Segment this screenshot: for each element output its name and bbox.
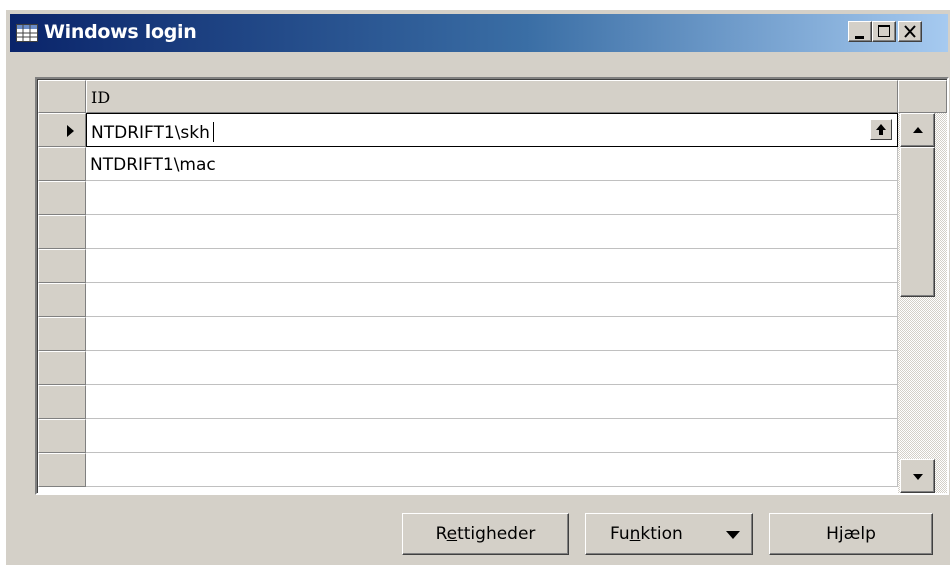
rettigheder-label-pre: R — [435, 524, 447, 544]
vertical-scrollbar[interactable] — [898, 113, 947, 493]
lookup-arrow-up-icon — [876, 124, 886, 135]
funktion-label-post: ktion — [640, 524, 683, 544]
grid-corner[interactable] — [38, 80, 86, 113]
row-selector[interactable] — [38, 351, 86, 385]
lookup-button[interactable] — [870, 119, 892, 140]
current-row-marker-icon — [67, 125, 74, 137]
id-cell[interactable] — [86, 181, 898, 215]
row-selector[interactable] — [38, 317, 86, 351]
close-icon — [904, 25, 916, 38]
id-cell[interactable] — [86, 453, 898, 487]
funktion-button[interactable]: Funktion — [585, 513, 753, 555]
funktion-label-pre: Fu — [610, 524, 630, 544]
id-cell[interactable] — [86, 317, 898, 351]
login-grid: ID NTDRIFT1\skh NTDRIFT1\mac — [35, 77, 949, 495]
table-icon — [16, 24, 38, 42]
row-selector[interactable] — [38, 419, 86, 453]
row-selector[interactable] — [38, 385, 86, 419]
title-bar[interactable]: Windows login — [10, 14, 948, 52]
rettigheder-label-accel: e — [446, 524, 458, 544]
scroll-up-button[interactable] — [900, 113, 935, 147]
minimize-icon — [855, 36, 864, 39]
arrow-up-icon — [913, 127, 923, 133]
windows-login-window: Windows login ID NTDRIFT1\skh NTDRIFT1\ma… — [6, 10, 950, 565]
window-title: Windows login — [44, 21, 197, 43]
column-header-id[interactable]: ID — [86, 80, 898, 113]
dropdown-arrow-icon — [726, 531, 740, 539]
id-cell[interactable] — [86, 419, 898, 453]
row-selector[interactable] — [38, 113, 86, 147]
id-cell[interactable] — [86, 385, 898, 419]
id-cell[interactable]: NTDRIFT1\mac — [86, 147, 898, 181]
id-cell[interactable] — [86, 215, 898, 249]
maximize-icon — [878, 25, 890, 37]
id-cell[interactable] — [86, 283, 898, 317]
id-cell-text: NTDRIFT1\mac — [90, 155, 216, 175]
id-cell-active[interactable]: NTDRIFT1\skh — [86, 113, 898, 147]
grid-body: ID NTDRIFT1\skh NTDRIFT1\mac — [37, 79, 947, 493]
id-cell[interactable] — [86, 351, 898, 385]
header-filler — [898, 80, 947, 113]
row-selector[interactable] — [38, 283, 86, 317]
help-button[interactable]: Hjælp — [769, 513, 933, 555]
row-selector[interactable] — [38, 181, 86, 215]
row-selector[interactable] — [38, 147, 86, 181]
id-cell-text: NTDRIFT1\skh — [91, 123, 210, 143]
maximize-button[interactable] — [872, 21, 896, 42]
scrollbar-thumb[interactable] — [900, 147, 935, 297]
scroll-down-button[interactable] — [900, 459, 935, 493]
rettigheder-label-post: ttigheder — [457, 524, 536, 544]
rettigheder-button[interactable]: Rettigheder — [402, 513, 569, 555]
row-selector[interactable] — [38, 215, 86, 249]
id-cell[interactable] — [86, 249, 898, 283]
funktion-label-accel: n — [629, 524, 641, 544]
row-selector[interactable] — [38, 453, 86, 487]
minimize-button[interactable] — [848, 21, 872, 42]
text-caret — [212, 122, 214, 142]
close-button[interactable] — [898, 21, 922, 42]
help-label: Hjælp — [826, 524, 876, 544]
row-selector[interactable] — [38, 249, 86, 283]
arrow-down-icon — [913, 474, 923, 480]
